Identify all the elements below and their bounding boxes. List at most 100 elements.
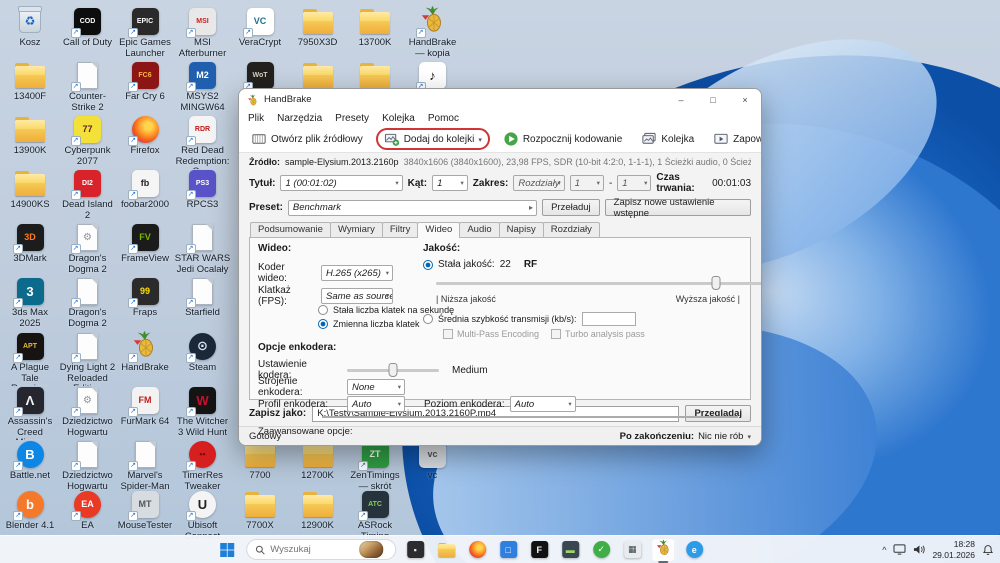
desktop-icon-dziedzictwo-hogwartu[interactable]: Dziedzictwo Hogwartu <box>60 439 116 492</box>
desktop-icon-firefox[interactable]: Firefox <box>117 114 173 157</box>
desktop-icon-the-witcher-3-wild-hunt[interactable]: WThe Witcher 3 Wild Hunt <box>175 385 231 438</box>
constant-quality-radio[interactable] <box>423 259 433 270</box>
menu-kolejka[interactable]: Kolejka <box>382 113 415 124</box>
desktop-icon-handbrake[interactable]: HandBrake <box>117 330 173 374</box>
desktop-icon-timerres-tweaker[interactable]: ••TimerRes Tweaker <box>175 439 231 492</box>
taskbar-firefox[interactable] <box>465 538 489 562</box>
desktop-icon-ea[interactable]: EAEA <box>60 489 116 532</box>
desktop-icon-epic-games-launcher[interactable]: EPICEpic Games Launcher <box>117 6 173 59</box>
desktop-icon-rpcs3[interactable]: PS3RPCS3 <box>175 168 231 211</box>
framerate-select[interactable]: Same as source <box>321 288 393 304</box>
constant-quality-option[interactable]: Stała jakość: 22 RF <box>423 259 537 270</box>
reload-preset-button[interactable]: Przeładuj <box>542 199 600 216</box>
desktop-icon-steam[interactable]: ⊙Steam <box>175 331 231 374</box>
tab-wideo[interactable]: Wideo <box>417 222 461 238</box>
range-to-select[interactable]: 1 <box>617 175 652 191</box>
menu-narzędzia[interactable]: Narzędzia <box>277 113 322 124</box>
turbo-checkbox[interactable] <box>551 329 562 339</box>
menu-plik[interactable]: Plik <box>248 113 264 124</box>
vfr-option[interactable]: Zmienna liczba klatek <box>318 319 420 329</box>
advanced-options-textarea[interactable] <box>322 416 738 418</box>
desktop-icon-dragon-s-dogma-2[interactable]: Dragon's Dogma 2 <box>60 276 116 329</box>
tab-rozdziały[interactable]: Rozdziały <box>542 222 600 238</box>
range-from-select[interactable]: 1 <box>569 175 604 191</box>
tab-wymiary[interactable]: Wymiary <box>329 222 383 238</box>
encoder-preset-slider[interactable] <box>347 362 439 377</box>
desktop-icon-dziedzictwo-hogwartu[interactable]: ⚙ Dziedzictwo Hogwartu <box>60 385 116 438</box>
desktop-icon-far-cry-6[interactable]: FC6Far Cry 6 <box>117 60 173 103</box>
encoder-profile-select[interactable]: Auto <box>347 396 405 412</box>
tab-napisy[interactable]: Napisy <box>498 222 544 238</box>
desktop-icon-marvel-s-spider-man-mil[interactable]: Marvel's Spider-Man Mil... <box>117 439 173 494</box>
desktop-icon-starfield[interactable]: Starfield <box>175 276 231 319</box>
tab-podsumowanie[interactable]: Podsumowanie <box>250 222 331 238</box>
close-button[interactable]: × <box>729 89 761 110</box>
cfr-radio[interactable] <box>318 305 328 315</box>
video-encoder-select[interactable]: H.265 (x265) <box>321 265 393 281</box>
desktop-icon-frameview[interactable]: FVFrameView <box>117 222 173 265</box>
desktop-icon-12900k[interactable]: 12900K <box>290 489 346 532</box>
speaker-icon[interactable] <box>913 544 926 555</box>
vfr-radio[interactable] <box>318 319 328 329</box>
desktop-icon-zentimings-skrót[interactable]: ZTZenTimings — skrót <box>347 439 403 492</box>
encoder-preset-thumb[interactable] <box>388 362 398 377</box>
desktop-icon-13400f[interactable]: 13400F <box>2 60 58 103</box>
menu-pomoc[interactable]: Pomoc <box>428 113 459 124</box>
angle-select[interactable]: 1 <box>432 175 468 191</box>
maximize-button[interactable]: □ <box>697 89 729 110</box>
desktop-icon-kosz[interactable]: ♻ Kosz <box>2 6 58 49</box>
tab-filtry[interactable]: Filtry <box>381 222 419 238</box>
search-input[interactable] <box>270 544 355 555</box>
abr-input[interactable] <box>581 312 636 326</box>
desktop-icon-call-of-duty[interactable]: CODCall of Duty <box>60 6 116 49</box>
tray-expand-chevron-icon[interactable]: ^ <box>882 545 886 555</box>
multipass-checkbox[interactable] <box>443 329 453 339</box>
desktop-icon-a-plague-tale-requiem[interactable]: APTA Plague Tale Requiem <box>2 331 58 386</box>
taskbar-dark-app[interactable]: ▪ <box>403 538 427 562</box>
desktop-icon-mousetester[interactable]: MTMouseTester <box>117 489 173 532</box>
taskbar-f-app[interactable]: F <box>527 538 551 562</box>
desktop-icon-veracrypt[interactable]: VCVeraCrypt <box>232 6 288 49</box>
desktop-icon-fraps[interactable]: 99Fraps <box>117 276 173 319</box>
desktop-icon-7700x[interactable]: 7700X <box>232 489 288 532</box>
browse-button[interactable]: Przeglądaj <box>685 405 751 422</box>
toolbar-kolejka[interactable]: Kolejka <box>635 129 700 149</box>
desktop-icon-14900ks[interactable]: 14900KS <box>2 168 58 211</box>
clock[interactable]: 18:28 29.01.2026 <box>932 539 975 559</box>
toolbar-otwórz-plik-źródłowy[interactable]: Otwórz plik źródłowy <box>245 129 369 149</box>
taskbar-calculator[interactable]: ▦ <box>620 538 644 562</box>
desktop-icon-3ds-max-2025[interactable]: 33ds Max 2025 <box>2 276 58 329</box>
desktop-icon-7950x3d[interactable]: 7950X3D <box>290 6 346 49</box>
taskbar-monitor-app[interactable]: ▬ <box>558 538 582 562</box>
desktop-icon-13900k[interactable]: 13900K <box>2 114 58 157</box>
title-select[interactable]: 1 (00:01:02) <box>280 175 403 191</box>
quality-slider-thumb[interactable] <box>711 276 721 290</box>
taskbar-handbrake[interactable] <box>651 537 676 563</box>
desktop-icon-battle-net[interactable]: BBattle.net <box>2 439 58 482</box>
toolbar-dodaj-do-kolejki[interactable]: Dodaj do kolejki <box>375 128 490 150</box>
tab-audio[interactable]: Audio <box>459 222 500 238</box>
menu-presety[interactable]: Presety <box>335 113 369 124</box>
desktop-icon-star-wars-jedi-ocalały[interactable]: STAR WARS Jedi Ocalały <box>175 222 231 275</box>
taskbar-microsoft-store[interactable]: □ <box>496 538 520 562</box>
desktop-icon-cyberpunk-2077[interactable]: 77Cyberpunk 2077 <box>60 114 116 167</box>
desktop-icon-dead-island-2[interactable]: DI2Dead Island 2 <box>60 168 116 221</box>
toolbar-rozpocznij-kodowanie[interactable]: Rozpocznij kodowanie <box>497 129 629 149</box>
desktop-icon-13700k[interactable]: 13700K <box>347 6 403 49</box>
save-new-preset-button[interactable]: Zapisz nowe ustawienie wstępne <box>604 197 751 219</box>
desktop-icon-counter-strike-2[interactable]: Counter-Strike 2 <box>60 60 116 113</box>
taskbar-file-explorer[interactable] <box>434 538 458 562</box>
taskbar-edge[interactable]: e <box>682 538 706 562</box>
preset-select[interactable]: Benchmark <box>287 199 538 216</box>
desktop-icon-red-dead-redemption-ga[interactable]: RDRRed Dead Redemption: Ga... <box>175 114 231 169</box>
when-done-select[interactable]: Nic nie rób <box>698 431 743 442</box>
desktop-icon-assassin-s-creed-mirage[interactable]: ΛAssassin's Creed Mirage <box>2 385 58 440</box>
encoder-tune-select[interactable]: None <box>347 379 405 395</box>
encoder-level-select[interactable]: Auto <box>509 396 576 412</box>
desktop-icon-foobar2000[interactable]: fbfoobar2000 <box>117 168 173 211</box>
quality-slider[interactable] <box>436 276 761 290</box>
avg-bitrate-radio[interactable] <box>423 314 433 324</box>
desktop-icon-blender-4-1[interactable]: bBlender 4.1 <box>2 489 58 532</box>
title-bar[interactable]: HandBrake – □ × <box>239 89 761 110</box>
toolbar-zapowiedź[interactable]: Zapowiedź <box>707 129 761 149</box>
